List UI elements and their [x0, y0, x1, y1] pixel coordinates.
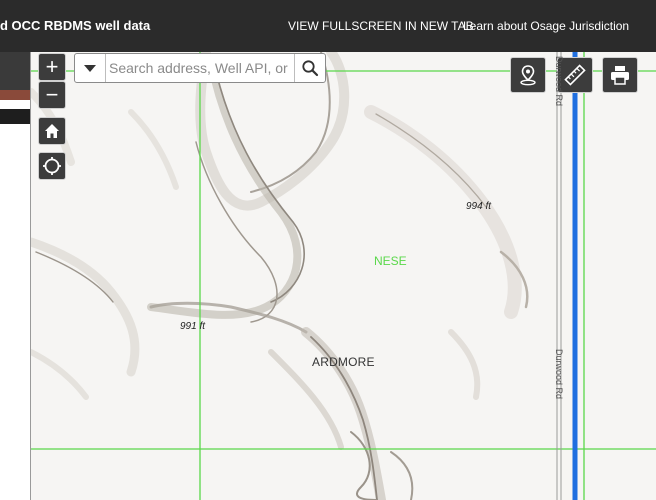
app-title: d OCC RBDMS well data: [0, 18, 151, 33]
road-label-top: Durwood Rd: [554, 56, 564, 107]
road-label-bottom: Durwood Rd: [554, 349, 564, 400]
search-widget: [74, 53, 326, 83]
home-icon: [45, 124, 59, 138]
search-button[interactable]: [294, 54, 325, 82]
search-input[interactable]: [109, 57, 289, 79]
locate-button[interactable]: [38, 152, 66, 180]
app-header: d OCC RBDMS well data VIEW FULLSCREEN IN…: [0, 0, 656, 52]
side-panel-header: [0, 52, 30, 90]
osage-jurisdiction-link[interactable]: Learn about Osage Jurisdiction: [463, 19, 629, 33]
zoom-out-button[interactable]: −: [38, 81, 66, 109]
side-panel-accent: [0, 90, 30, 100]
print-button[interactable]: [602, 57, 638, 93]
home-button[interactable]: [38, 117, 66, 145]
location-pin-icon: [520, 65, 536, 86]
crosshair-icon: [43, 157, 61, 175]
ruler-icon: [564, 64, 586, 86]
caret-down-icon: [84, 65, 96, 72]
side-panel-tab[interactable]: [0, 109, 30, 124]
plus-icon: +: [45, 54, 59, 79]
road-durwood: [556, 52, 562, 500]
fullscreen-link[interactable]: VIEW FULLSCREEN IN NEW TAB: [288, 19, 474, 33]
app-root: d OCC RBDMS well data VIEW FULLSCREEN IN…: [0, 0, 656, 500]
elevation-label-east: 994 ft: [466, 201, 492, 212]
elevation-label-west: 991 ft: [180, 321, 206, 332]
map-canvas: [31, 52, 656, 500]
printer-icon: [611, 66, 629, 85]
measure-location-button[interactable]: [510, 57, 546, 93]
zoom-in-button[interactable]: +: [38, 53, 66, 81]
section-label: NESE: [374, 254, 407, 268]
search-source-dropdown[interactable]: [75, 54, 106, 82]
terrain-hillshade: [31, 52, 529, 500]
map-view[interactable]: + − Search address, Well API, or Lease 9…: [31, 52, 656, 500]
place-label: ARDMORE: [312, 355, 375, 369]
magnifier-icon: [302, 60, 319, 77]
minus-icon: −: [45, 82, 59, 107]
side-panel: [0, 52, 31, 500]
